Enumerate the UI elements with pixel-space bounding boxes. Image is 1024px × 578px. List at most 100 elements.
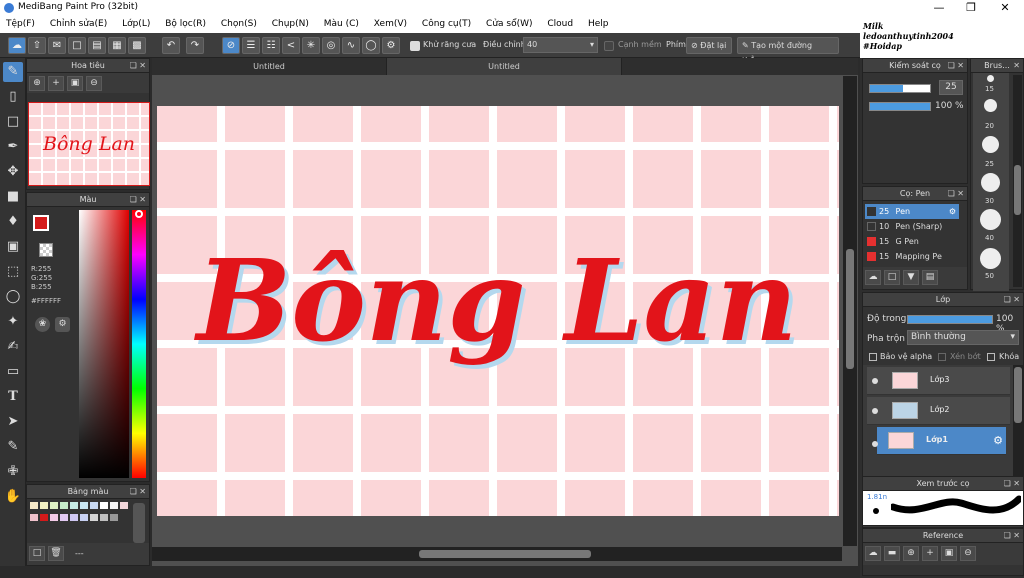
palette-swatch[interactable] (70, 502, 78, 509)
open-folder-icon[interactable]: ▬ (884, 546, 900, 561)
select-tool-icon[interactable]: ⬚ (3, 262, 23, 282)
move-tool-icon[interactable]: ✥ (3, 162, 23, 182)
primary-color-swatch[interactable] (33, 215, 49, 231)
secondary-color-swatch[interactable] (39, 243, 53, 257)
smooth-checkbox[interactable] (604, 41, 614, 51)
palette-swatch[interactable] (110, 514, 118, 521)
palette-swatch[interactable] (70, 514, 78, 521)
palette-swatch[interactable] (30, 502, 38, 509)
hand-tool-icon[interactable]: ✋ (3, 487, 23, 507)
brush-size-dot[interactable] (980, 209, 1001, 230)
close-icon[interactable]: ❏ ✕ (1004, 529, 1020, 543)
palette-swatch[interactable] (100, 502, 108, 509)
brush-size-value[interactable]: 25 (939, 80, 963, 95)
palette-swatch[interactable] (30, 514, 38, 521)
blur-tool-icon[interactable]: ✎ (3, 437, 23, 457)
zoom-out-icon[interactable]: ⊖ (86, 76, 102, 91)
layer-row[interactable]: Lớp1 ⚙ (877, 427, 1006, 455)
cloud-icon[interactable]: ☁ (8, 37, 26, 54)
eyedropper-icon[interactable]: ✙ (3, 462, 23, 482)
fit-icon[interactable]: ▣ (941, 546, 957, 561)
palette-swatch[interactable] (80, 514, 88, 521)
antialias-checkbox[interactable] (410, 41, 420, 51)
menu-file[interactable]: Tệp(F) (0, 16, 41, 33)
palette-swatch[interactable] (80, 502, 88, 509)
adjust-select[interactable]: 40 ▾ (523, 37, 598, 53)
menu-select[interactable]: Chọn(S) (215, 16, 263, 33)
ellipse-snap-icon[interactable]: ◯ (362, 37, 380, 54)
select-pen-icon[interactable]: ✍ (3, 337, 23, 357)
close-icon[interactable]: ✕ (990, 0, 1020, 16)
new-palette-icon[interactable]: □ (29, 546, 45, 561)
snap-off-icon[interactable]: ⊘ (222, 37, 240, 54)
brush-item[interactable]: 10 Pen (Sharp) (865, 219, 959, 234)
navigator-preview[interactable]: Bông Lan (28, 102, 150, 186)
zoom-out-icon[interactable]: ⊖ (960, 546, 976, 561)
new-brush-icon[interactable]: □ (884, 270, 900, 285)
operation-tool-icon[interactable]: ➤ (3, 412, 23, 432)
zoom-in-icon[interactable]: ⊕ (29, 76, 45, 91)
text-tool-icon[interactable]: T (3, 387, 23, 407)
palette-swatch[interactable] (50, 514, 58, 521)
settings-snap-icon[interactable]: ⚙ (382, 37, 400, 54)
brush-size-dot[interactable] (987, 75, 994, 82)
vertical-scroll-thumb[interactable] (846, 249, 854, 369)
brush-item[interactable]: 15 Mapping Pe (865, 249, 959, 264)
close-icon[interactable]: ❏ ✕ (948, 187, 964, 201)
protect-alpha-checkbox[interactable] (869, 353, 877, 361)
share-icon[interactable]: ⇧ (28, 37, 46, 54)
undo-icon[interactable]: ↶ (162, 37, 180, 54)
brush-item[interactable]: 15 G Pen (865, 234, 959, 249)
color-settings-icon[interactable]: ⚙ (55, 317, 70, 332)
palette-swatch[interactable] (40, 514, 48, 521)
brush-tool-icon[interactable]: ✎ (3, 62, 23, 82)
redo-icon[interactable]: ↷ (186, 37, 204, 54)
palette-swatch[interactable] (90, 514, 98, 521)
rectangle-tool-icon[interactable]: ■ (3, 187, 23, 207)
palette-swatch[interactable] (60, 514, 68, 521)
palette-swatch[interactable] (50, 502, 58, 509)
brush-size-bar[interactable] (869, 84, 931, 93)
lock-checkbox[interactable] (987, 353, 995, 361)
palette-swatch[interactable] (60, 502, 68, 509)
eraser-tool-icon[interactable]: ▯ (3, 87, 23, 107)
reset-button[interactable]: ⊘ Đặt lại (686, 37, 732, 54)
zoom-in-icon[interactable]: + (922, 546, 938, 561)
brush-size-dot[interactable] (981, 173, 1000, 192)
cloud-icon[interactable]: ☁ (865, 546, 881, 561)
menu-filter[interactable]: Bộ lọc(R) (159, 16, 212, 33)
vertical-scrollbar[interactable] (843, 76, 857, 546)
layer-opacity-bar[interactable] (907, 315, 993, 324)
palette-swatch[interactable] (40, 502, 48, 509)
pen-tool-icon[interactable]: ✒ (3, 137, 23, 157)
cloud-brush-icon[interactable]: ☁ (865, 270, 881, 285)
material-icon[interactable]: ▦ (108, 37, 126, 54)
menu-color[interactable]: Màu (C) (318, 16, 365, 33)
menu-window[interactable]: Cửa sổ(W) (480, 16, 538, 33)
document-icon[interactable]: ▤ (88, 37, 106, 54)
maximize-icon[interactable]: ❐ (956, 0, 986, 16)
layer-row[interactable]: Lớp2 (867, 397, 1010, 425)
palette-icon[interactable]: ❀ (35, 317, 50, 332)
brush-size-dot[interactable] (980, 248, 1001, 269)
hue-slider[interactable] (132, 210, 146, 478)
cross-snap-icon[interactable]: ☷ (262, 37, 280, 54)
horizontal-scroll-thumb[interactable] (419, 550, 591, 558)
dot-tool-icon[interactable]: □ (3, 112, 23, 132)
menu-edit[interactable]: Chỉnh sửa(E) (44, 16, 113, 33)
gear-icon[interactable]: ⚙ (949, 204, 956, 219)
lasso-tool-icon[interactable]: ◯ (3, 287, 23, 307)
menu-layer[interactable]: Lớp(L) (116, 16, 156, 33)
close-icon[interactable]: ❏ ✕ (1004, 477, 1020, 491)
layer-scroll-thumb[interactable] (1014, 367, 1022, 423)
radial-snap-icon[interactable]: ✳ (302, 37, 320, 54)
menu-view[interactable]: Xem(V) (368, 16, 413, 33)
delete-palette-icon[interactable]: 🗑 (48, 546, 64, 561)
layer-row[interactable]: Lớp3 (867, 367, 1010, 395)
concentric-snap-icon[interactable]: ◎ (322, 37, 340, 54)
eye-icon[interactable] (872, 378, 878, 384)
close-icon[interactable]: ❏ ✕ (1004, 293, 1020, 307)
add-brush-icon[interactable]: ▼ (903, 270, 919, 285)
close-icon[interactable]: ❏ ✕ (130, 59, 146, 73)
tab-untitled-1[interactable]: Untitled (152, 58, 387, 75)
